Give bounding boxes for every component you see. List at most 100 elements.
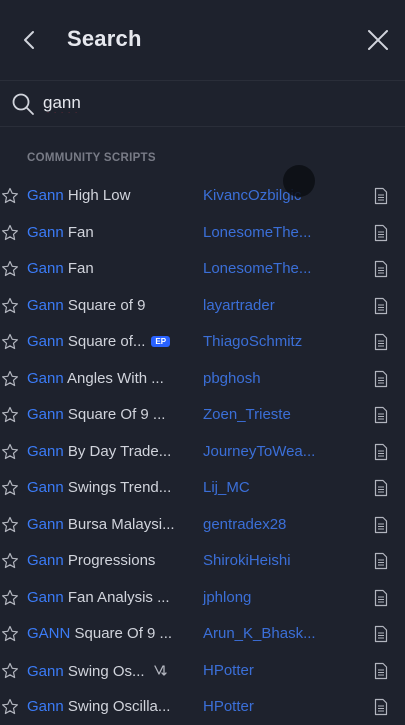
match-highlight: Gann [27, 223, 64, 241]
star-icon[interactable] [1, 297, 19, 315]
match-highlight: Gann [27, 588, 64, 606]
star-icon[interactable] [1, 224, 19, 242]
author-link[interactable]: HPotter [203, 662, 254, 679]
star-icon[interactable] [1, 698, 19, 716]
header: Search [0, 0, 405, 81]
star-icon[interactable] [1, 187, 19, 205]
list-item[interactable]: Gann Bursa Malaysi... gentradex28 [0, 507, 405, 543]
page-title: Search [67, 26, 142, 51]
document-icon[interactable] [373, 297, 389, 315]
search-icon [12, 93, 34, 115]
author-link[interactable]: layartrader [203, 297, 275, 314]
star-icon[interactable] [1, 443, 19, 461]
author-link[interactable]: Zoen_Trieste [203, 406, 291, 423]
match-highlight: Gann [27, 187, 64, 204]
script-name[interactable]: Gann Angles With ... [27, 370, 164, 387]
document-icon[interactable] [373, 552, 389, 570]
script-name[interactable]: Gann Square of... EP [27, 333, 171, 350]
document-icon[interactable] [373, 625, 389, 643]
script-name[interactable]: Gann Progressions [27, 552, 155, 569]
star-icon[interactable] [1, 333, 19, 351]
author-link[interactable]: LonesomeThe... [203, 260, 311, 277]
script-name[interactable]: Gann By Day Trade... [27, 443, 171, 460]
match-highlight: Gann [27, 442, 64, 460]
script-name-rest: Bursa Malaysi... [63, 515, 175, 533]
list-item[interactable]: Gann Square Of 9 ... Zoen_Trieste [0, 397, 405, 433]
script-name[interactable]: Gann Fan Analysis ... [27, 589, 170, 606]
script-name-rest: High Low [63, 187, 131, 204]
script-name-rest: Angles With ... [63, 369, 164, 387]
star-icon[interactable] [1, 406, 19, 424]
document-icon[interactable] [373, 479, 389, 497]
touch-indicator [283, 165, 315, 197]
author-link[interactable]: ThiagoSchmitz [203, 333, 302, 350]
list-item[interactable]: Gann Fan LonesomeThe... [0, 251, 405, 287]
document-icon[interactable] [373, 370, 389, 388]
author-link[interactable]: JourneyToWea... [203, 443, 315, 460]
search-input[interactable] [43, 90, 383, 116]
script-name-rest: Swing Oscilla... [63, 698, 171, 715]
star-icon[interactable] [1, 625, 19, 643]
back-arrow-icon[interactable] [16, 26, 44, 54]
author-link[interactable]: Arun_K_Bhask... [203, 625, 316, 642]
document-icon[interactable] [373, 662, 389, 680]
document-icon[interactable] [373, 260, 389, 278]
script-name-rest: Swing Os... [63, 662, 145, 680]
star-icon[interactable] [1, 552, 19, 570]
document-icon[interactable] [373, 224, 389, 242]
author-link[interactable]: ShirokiHeishi [203, 552, 291, 569]
match-highlight: Gann [27, 552, 64, 569]
document-icon[interactable] [373, 698, 389, 716]
script-name[interactable]: Gann Swings Trend... [27, 479, 171, 496]
author-link[interactable]: Lij_MC [203, 479, 250, 496]
author-link[interactable]: LonesomeThe... [203, 224, 311, 241]
document-icon[interactable] [373, 516, 389, 534]
script-name[interactable]: Gann Swing Oscilla... [27, 698, 170, 715]
script-name[interactable]: Gann Square of 9 [27, 297, 145, 314]
script-name-rest: Square of 9 [63, 296, 146, 314]
script-name[interactable]: Gann Bursa Malaysi... [27, 516, 175, 533]
star-icon[interactable] [1, 662, 19, 680]
script-name[interactable]: Gann Fan [27, 224, 94, 241]
script-name[interactable]: Gann Square Of 9 ... [27, 406, 165, 423]
list-item[interactable]: GANN Square Of 9 ... Arun_K_Bhask... [0, 616, 405, 652]
list-item[interactable]: Gann High Low KivancOzbilgic [0, 178, 405, 214]
list-item[interactable]: Gann Fan Analysis ... jphlong [0, 580, 405, 616]
script-name-rest: Fan Analysis ... [63, 588, 170, 606]
script-name-rest: Swings Trend... [63, 479, 172, 496]
list-item[interactable]: Gann Square of... EP ThiagoSchmitz [0, 324, 405, 360]
list-item[interactable]: Gann Square of 9 layartrader [0, 288, 405, 324]
match-highlight: Gann [27, 479, 64, 496]
author-link[interactable]: jphlong [203, 589, 251, 606]
list-item[interactable]: Gann Swings Trend... Lij_MC [0, 470, 405, 506]
list-item[interactable]: Gann By Day Trade... JourneyToWea... [0, 434, 405, 470]
list-item[interactable]: Gann Swing Os... HPotter [0, 653, 405, 689]
script-name[interactable]: Gann Swing Os... [27, 662, 169, 680]
list-item[interactable]: Gann Angles With ... pbghosh [0, 361, 405, 397]
script-name[interactable]: GANN Square Of 9 ... [27, 625, 172, 642]
script-name[interactable]: Gann Fan [27, 260, 94, 277]
document-icon[interactable] [373, 333, 389, 351]
star-icon[interactable] [1, 516, 19, 534]
script-name-rest: Square Of 9 ... [63, 406, 166, 423]
list-item[interactable]: Gann Fan LonesomeThe... [0, 215, 405, 251]
star-icon[interactable] [1, 589, 19, 607]
star-icon[interactable] [1, 260, 19, 278]
match-highlight: Gann [27, 698, 64, 715]
match-highlight: Gann [27, 515, 64, 533]
close-icon[interactable] [364, 26, 392, 54]
script-name[interactable]: Gann High Low [27, 187, 130, 204]
script-name-rest: By Day Trade... [63, 442, 172, 460]
author-link[interactable]: gentradex28 [203, 516, 286, 533]
author-link[interactable]: HPotter [203, 698, 254, 715]
star-icon[interactable] [1, 370, 19, 388]
document-icon[interactable] [373, 589, 389, 607]
match-highlight: GANN [27, 625, 71, 642]
star-icon[interactable] [1, 479, 19, 497]
document-icon[interactable] [373, 406, 389, 424]
document-icon[interactable] [373, 443, 389, 461]
match-highlight: Gann [27, 406, 64, 423]
list-item[interactable]: Gann Progressions ShirokiHeishi [0, 543, 405, 579]
author-link[interactable]: pbghosh [203, 370, 261, 387]
document-icon[interactable] [373, 187, 389, 205]
